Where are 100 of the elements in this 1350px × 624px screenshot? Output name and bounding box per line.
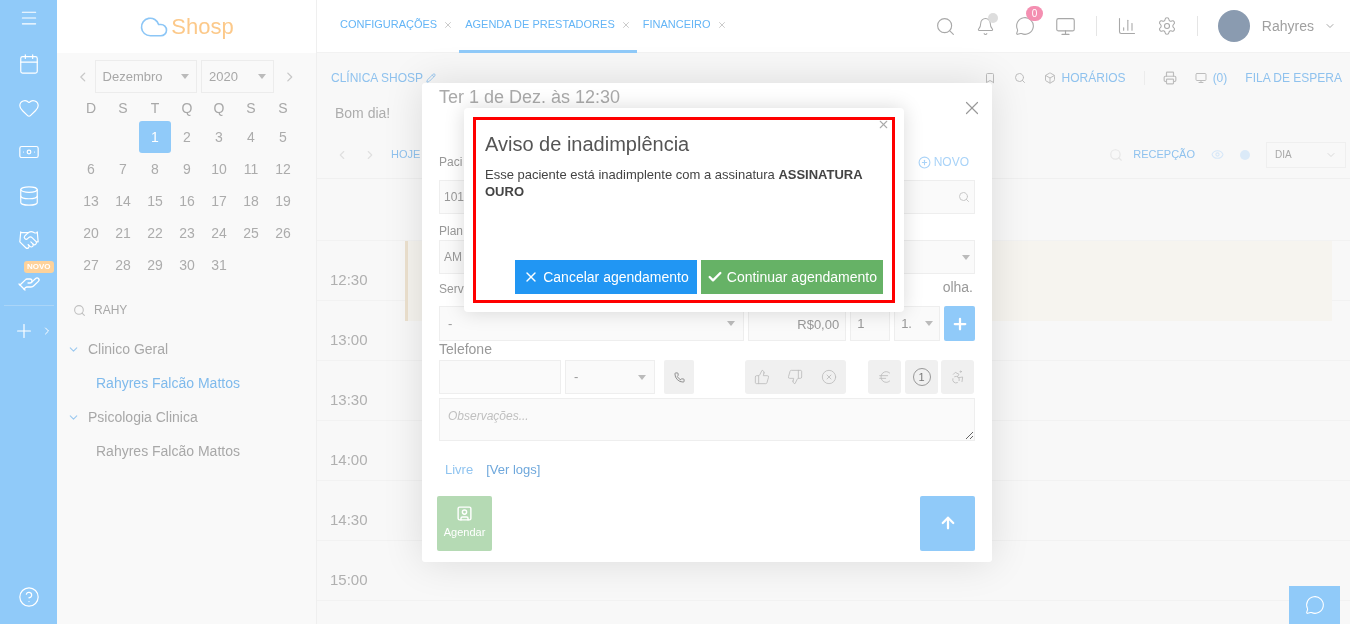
print-icon[interactable] bbox=[1162, 71, 1177, 85]
calendar-day[interactable]: 16 bbox=[171, 185, 203, 217]
edit-icon[interactable] bbox=[426, 73, 437, 83]
euro-button[interactable] bbox=[868, 360, 901, 394]
view-select[interactable]: DIA bbox=[1266, 141, 1346, 168]
logs-link[interactable]: [Ver logs] bbox=[486, 460, 541, 480]
chat-icon[interactable] bbox=[1014, 16, 1035, 36]
calendar-day[interactable]: 26 bbox=[267, 217, 299, 249]
time-label: 15:00 bbox=[329, 570, 369, 590]
status-text: Livre bbox=[445, 461, 474, 479]
accessibility-button[interactable] bbox=[941, 360, 974, 394]
calendar-day[interactable]: 11 bbox=[235, 153, 267, 185]
bookmark-icon[interactable] bbox=[983, 72, 996, 84]
calendar-day[interactable]: 30 bbox=[171, 249, 203, 281]
user-name[interactable]: Rahyres bbox=[1261, 15, 1314, 37]
calendar-day[interactable]: 31 bbox=[203, 249, 235, 281]
chat-icon bbox=[1304, 595, 1325, 615]
chat-button[interactable] bbox=[1289, 586, 1340, 624]
search-icon[interactable] bbox=[934, 15, 956, 37]
calendar-day[interactable]: 19 bbox=[267, 185, 299, 217]
call-button[interactable] bbox=[664, 360, 694, 394]
schedule-button[interactable]: Agendar bbox=[437, 495, 492, 551]
tab[interactable]: AGENDA DE PRESTADORES bbox=[459, 0, 637, 53]
calendar-day[interactable]: 10 bbox=[203, 153, 235, 185]
euro-icon bbox=[876, 369, 893, 385]
today-button[interactable]: HOJE bbox=[391, 146, 421, 163]
calendar-day[interactable]: 2 bbox=[171, 121, 203, 153]
tab[interactable]: CONFIGURAÇÕES bbox=[334, 0, 460, 53]
calendar-day[interactable]: 21 bbox=[107, 217, 139, 249]
eye-icon[interactable] bbox=[1211, 148, 1224, 161]
time-label: 12:30 bbox=[329, 270, 369, 290]
calendar-day[interactable]: 28 bbox=[107, 249, 139, 281]
calendar-day[interactable]: 5 bbox=[267, 121, 299, 153]
calendar-day[interactable]: 15 bbox=[139, 185, 171, 217]
year-select[interactable]: 2020 bbox=[201, 60, 275, 93]
calendar-day[interactable]: 12 bbox=[267, 153, 299, 185]
calendar-day[interactable]: 17 bbox=[203, 185, 235, 217]
chart-icon[interactable] bbox=[1116, 16, 1137, 36]
weekday-label: D bbox=[84, 98, 98, 118]
add-icon[interactable] bbox=[917, 155, 931, 169]
calendar-day[interactable]: 9 bbox=[171, 153, 203, 185]
group-label[interactable]: Clinico Geral bbox=[88, 338, 169, 360]
close-icon[interactable] bbox=[877, 118, 890, 131]
cancel-icon[interactable] bbox=[821, 369, 838, 385]
cancel-button[interactable]: Cancelar agendamento bbox=[515, 260, 697, 294]
database-icon[interactable] bbox=[17, 185, 40, 207]
calendar-day[interactable]: 24 bbox=[203, 217, 235, 249]
calendar-day[interactable]: 13 bbox=[75, 185, 107, 217]
contact-card-icon bbox=[456, 505, 473, 523]
calendar-day[interactable]: 1 bbox=[139, 121, 171, 153]
confirm-button[interactable]: Continuar agendamento bbox=[700, 260, 883, 294]
heart-icon[interactable] bbox=[17, 97, 40, 119]
calendar-icon[interactable] bbox=[17, 53, 40, 75]
new-patient-link[interactable]: NOVO bbox=[933, 153, 969, 171]
waiting-count: (0) bbox=[1212, 70, 1228, 87]
schedules-link[interactable]: HORÁRIOS bbox=[1061, 69, 1126, 87]
group-label[interactable]: Psicologia Clinica bbox=[88, 406, 198, 428]
thumbs-up-icon[interactable] bbox=[753, 369, 770, 385]
scroll-up-button[interactable] bbox=[920, 495, 975, 551]
caret-icon bbox=[638, 374, 646, 380]
calendar-day[interactable]: 14 bbox=[107, 185, 139, 217]
field-label: olha. bbox=[942, 278, 973, 297]
calendar-day[interactable]: 3 bbox=[203, 121, 235, 153]
queue-link[interactable]: FILA DE ESPERA bbox=[1245, 69, 1342, 87]
unit-select[interactable]: 1. bbox=[894, 306, 941, 341]
calendar-day[interactable]: 27 bbox=[75, 249, 107, 281]
bell-icon[interactable] bbox=[975, 16, 995, 36]
add-service-button[interactable] bbox=[944, 306, 975, 341]
calendar-day[interactable]: 22 bbox=[139, 217, 171, 249]
calendar-day[interactable]: 25 bbox=[235, 217, 267, 249]
weekday-label: T bbox=[149, 98, 161, 118]
thumbs-down-icon[interactable] bbox=[787, 369, 804, 385]
user-avatar[interactable] bbox=[1217, 10, 1250, 42]
calendar-day[interactable]: 18 bbox=[235, 185, 267, 217]
calendar-day[interactable]: 7 bbox=[107, 153, 139, 185]
settings-icon[interactable] bbox=[1156, 16, 1177, 36]
month-select[interactable]: Dezembro bbox=[94, 60, 198, 93]
search-icon[interactable] bbox=[1013, 72, 1026, 84]
monitor-icon bbox=[1194, 72, 1207, 84]
calendar-day[interactable]: 29 bbox=[139, 249, 171, 281]
help-icon[interactable] bbox=[17, 586, 40, 608]
phone-type-select[interactable]: - bbox=[565, 360, 655, 394]
search-field[interactable]: RAHY bbox=[94, 301, 128, 319]
handshake-icon[interactable] bbox=[17, 229, 40, 251]
clinic-name: CLÍNICA SHOSP bbox=[331, 69, 424, 87]
caret-icon bbox=[258, 74, 267, 79]
weekday-label: S bbox=[245, 98, 257, 118]
monitor-icon[interactable] bbox=[1054, 15, 1076, 37]
counter-button[interactable]: 1 bbox=[905, 360, 938, 394]
provider-item[interactable]: Rahyres Falcão Mattos bbox=[96, 440, 240, 462]
calendar-day[interactable]: 20 bbox=[75, 217, 107, 249]
calendar-day[interactable]: 23 bbox=[171, 217, 203, 249]
calendar-day[interactable]: 4 bbox=[235, 121, 267, 153]
provider-item[interactable]: Rahyres Falcão Mattos bbox=[96, 372, 240, 394]
notes-field[interactable]: Observações... bbox=[439, 398, 975, 441]
room-label[interactable]: RECEPÇÃO bbox=[1133, 146, 1195, 163]
calendar-day[interactable]: 6 bbox=[75, 153, 107, 185]
tab[interactable]: FINANCEIRO bbox=[636, 0, 733, 53]
phone-icon bbox=[673, 371, 685, 383]
calendar-day[interactable]: 8 bbox=[139, 153, 171, 185]
